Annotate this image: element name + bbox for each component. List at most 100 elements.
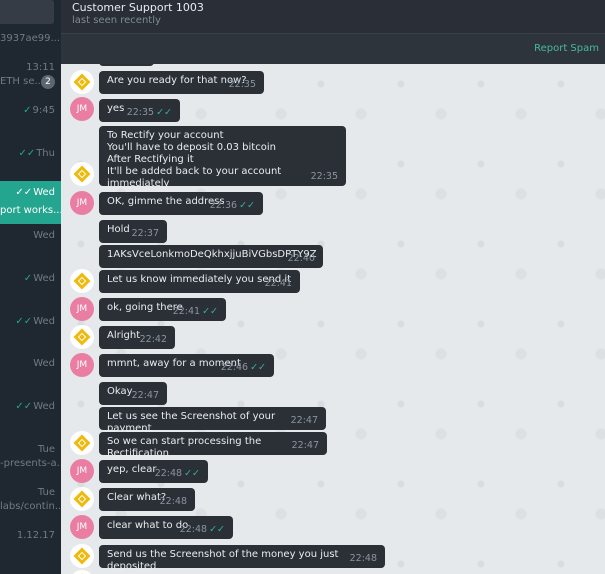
chat-time: Wed: [33, 273, 55, 284]
chat-preview: port works...: [0, 205, 61, 216]
message-time: 22:40: [287, 253, 315, 264]
support-avatar[interactable]: [70, 487, 94, 511]
support-avatar[interactable]: [70, 269, 94, 293]
message-bubble: mmnt, away for a moment 22:46 ✓✓: [99, 354, 274, 377]
read-check-icon: ✓✓: [15, 316, 33, 327]
message-text: yep, clear: [107, 464, 157, 475]
message-history[interactable]: Are you ready for that now? 22:35 JM yes…: [61, 64, 605, 574]
message-bubble: OK, gimme the address 22:36 ✓✓: [99, 192, 263, 215]
read-check-icon: ✓✓: [209, 524, 225, 535]
message-bubble: So we can start processing the Rectifica…: [99, 432, 327, 459]
chat-time: Wed: [33, 187, 55, 198]
chat-list-item[interactable]: ✓✓Wed: [0, 395, 61, 438]
message-time: 22:47: [290, 415, 318, 426]
message-bubble: yes 22:35 ✓✓: [99, 99, 180, 122]
message-bubble: To Rectify your account You'll have to d…: [99, 126, 346, 189]
chat-time: Tue: [37, 487, 55, 498]
chat-preview: ETH se...: [0, 76, 45, 87]
message-text: 1AKsVceLonkmoDeQkhxjjuBiVGbsDPTY9Z: [107, 249, 317, 260]
message-time: 22:47: [291, 440, 319, 451]
message-text: Let us know immediately you send it: [107, 274, 292, 285]
message-time: 22:42: [139, 334, 167, 345]
jm-avatar[interactable]: JM: [70, 191, 94, 215]
chat-list-item[interactable]: ✓9:45: [0, 99, 61, 142]
support-avatar[interactable]: [70, 325, 94, 349]
chat-list-item[interactable]: Wed: [0, 352, 61, 395]
support-avatar[interactable]: [70, 544, 94, 568]
message-text: clear what to do: [107, 520, 189, 531]
chat-time: Wed: [33, 401, 55, 412]
chat-time: Wed: [33, 316, 55, 327]
binance-logo-icon: [73, 272, 91, 290]
message-time: 22:37: [131, 228, 159, 239]
message-time: 22:48: [159, 496, 187, 507]
read-check-icon: ✓✓: [15, 187, 33, 198]
chat-list-item[interactable]: Tue labs/contin...: [0, 481, 61, 524]
chat-list-item[interactable]: Tue -presents-a...: [0, 438, 61, 481]
message-bubble: Hold 22:37: [99, 220, 167, 243]
jm-avatar[interactable]: JM: [70, 97, 94, 121]
chat-time: 13:11: [26, 62, 55, 73]
chat-list-sidebar: 3937ae99... 13:11 ETH se... 2 ✓9:45 ✓✓Th…: [0, 0, 61, 574]
support-avatar[interactable]: [70, 431, 94, 455]
binance-logo-icon: [73, 73, 91, 91]
jm-avatar[interactable]: JM: [70, 515, 94, 539]
message-text: Clear what?: [107, 492, 167, 503]
chat-title: Customer Support 1003: [72, 1, 204, 14]
read-check-icon: ✓✓: [184, 468, 200, 479]
message-text: Send us the Screenshot of the money you …: [107, 549, 339, 572]
message-bubble: clear what to do 22:48 ✓✓: [99, 516, 233, 539]
chat-time: 9:45: [32, 105, 55, 116]
chat-preview: -presents-a...: [0, 458, 61, 469]
chat-action-bar: Report Spam: [61, 33, 605, 65]
read-check-icon: ✓✓: [18, 148, 36, 159]
chat-time: 1.12.17: [16, 530, 55, 541]
message-time: 22:48: [179, 524, 208, 535]
chat-list-item[interactable]: 13:11 ETH se... 2: [0, 56, 61, 99]
message-bubble: Clear what? 22:48: [99, 488, 195, 511]
message-text: So we can start processing the Rectifica…: [107, 436, 262, 459]
chat-preview: labs/contin...: [0, 501, 61, 512]
message-time: 22:36: [209, 200, 238, 211]
unread-badge: 2: [41, 75, 55, 89]
read-check-icon: ✓✓: [250, 362, 266, 373]
message-time: 22:35: [310, 171, 338, 182]
support-avatar[interactable]: [70, 70, 94, 94]
chat-list-item[interactable]: ✓✓Thu: [0, 142, 61, 185]
message-text: Hold: [107, 224, 130, 235]
binance-logo-icon: [73, 328, 91, 346]
sent-check-icon: ✓: [23, 105, 32, 116]
support-avatar[interactable]: [70, 570, 94, 574]
chat-list-item[interactable]: Wed: [0, 224, 61, 267]
chat-time: Wed: [33, 358, 55, 369]
read-check-icon: ✓✓: [156, 107, 172, 118]
message-text: To Rectify your account You'll have to d…: [107, 130, 282, 189]
chat-list-item[interactable]: ✓Wed: [0, 267, 61, 310]
message-bubble: Okay 22:47: [99, 382, 167, 405]
chat-time: Thu: [36, 148, 55, 159]
message-time: 22:41: [264, 278, 292, 289]
chat-header[interactable]: Customer Support 1003 last seen recently: [61, 0, 605, 33]
chat-list-item-active[interactable]: ✓✓Wed port works...: [0, 181, 61, 224]
message-text: ok, going there: [107, 302, 183, 313]
chat-list-item[interactable]: 1.12.17: [0, 524, 61, 567]
chat-list-item[interactable]: ✓✓Wed: [0, 310, 61, 353]
chat-preview: 3937ae99...: [0, 33, 60, 44]
message-time: 22:46: [220, 362, 249, 373]
message-time: 22:48: [154, 468, 183, 479]
sidebar-search-box[interactable]: [0, 0, 54, 24]
message-bubble: Are you ready for that now? 22:35: [99, 71, 264, 94]
message-text: Okay: [107, 386, 133, 397]
message-bubble: Let us know immediately you send it 22:4…: [99, 270, 300, 293]
report-spam-button[interactable]: Report Spam: [534, 43, 599, 54]
support-avatar[interactable]: [70, 162, 94, 186]
message-text: Let us see the Screenshot of your paymen…: [107, 411, 276, 434]
jm-avatar[interactable]: JM: [70, 459, 94, 483]
jm-avatar[interactable]: JM: [70, 353, 94, 377]
binance-logo-icon: [73, 547, 91, 565]
jm-avatar[interactable]: JM: [70, 297, 94, 321]
binance-logo-icon: [73, 165, 91, 183]
message-text: yes: [107, 103, 125, 114]
message-bubble: yep, clear 22:48 ✓✓: [99, 460, 208, 483]
read-check-icon: ✓✓: [239, 200, 255, 211]
